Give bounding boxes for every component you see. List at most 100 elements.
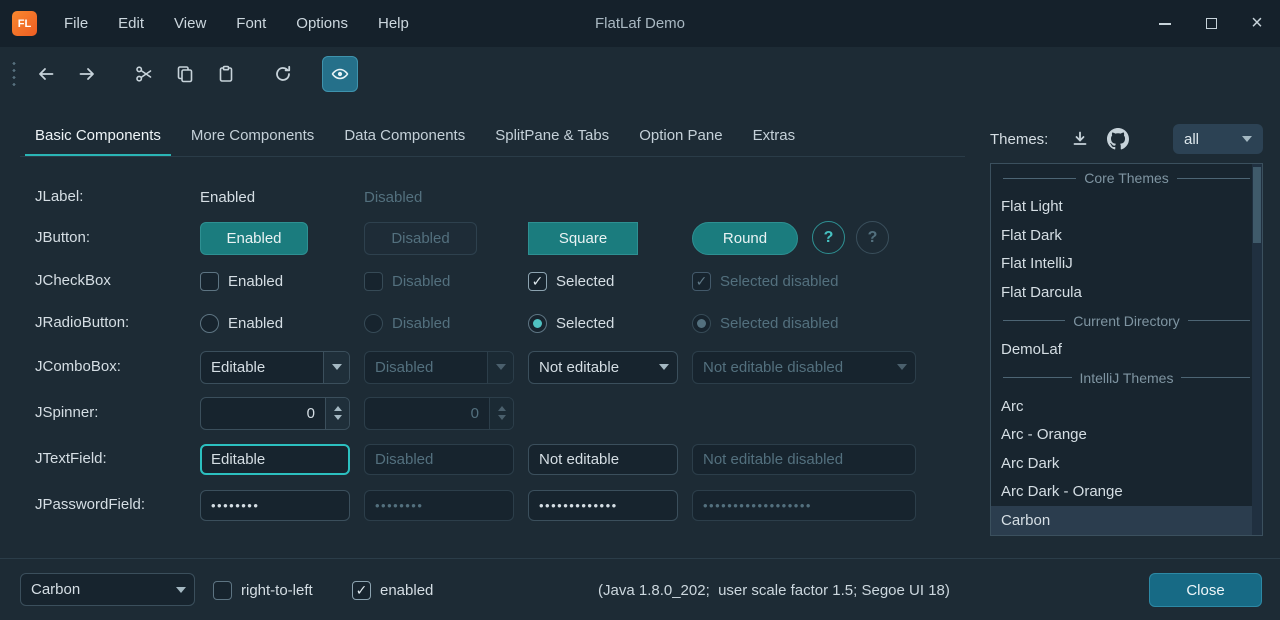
help-button-disabled: ? (856, 221, 889, 254)
enabled-button[interactable]: Enabled (200, 222, 308, 255)
help-button[interactable]: ? (812, 221, 845, 254)
tab-data-components[interactable]: Data Components (329, 114, 480, 157)
chevron-down-icon[interactable] (323, 352, 349, 383)
combobox-value: Disabled (365, 352, 487, 383)
textfield-editable[interactable]: Editable (200, 444, 350, 475)
jtextfield-row: JTextField: Editable Disabled Not editab… (0, 442, 965, 476)
radio-selected-disabled: Selected disabled (692, 314, 838, 333)
menu-item-file[interactable]: File (49, 0, 103, 47)
enabled-checkbox[interactable]: ✓ enabled (352, 559, 433, 620)
radio-enabled[interactable]: Enabled (200, 314, 283, 333)
passwordfield-enabled[interactable]: •••••••• (200, 490, 350, 521)
radio-selected-icon (528, 314, 547, 333)
checkbox-disabled: Disabled (364, 272, 450, 291)
theme-item-flat-dark[interactable]: Flat Dark (991, 221, 1262, 250)
checkbox-label: enabled (380, 582, 433, 599)
themes-scrollbar-track[interactable] (1252, 164, 1262, 535)
round-button[interactable]: Round (692, 222, 798, 255)
textfield-not-editable-disabled: Not editable disabled (692, 444, 916, 475)
spinner-up-down-buttons[interactable] (325, 398, 349, 429)
menu-item-font[interactable]: Font (221, 0, 281, 47)
checkbox-enabled[interactable]: Enabled (200, 272, 283, 291)
checkbox-icon (364, 272, 383, 291)
paste-button[interactable] (208, 56, 244, 92)
theme-item-flat-intellij[interactable]: Flat IntelliJ (991, 250, 1262, 279)
password-dots: •••••••• (211, 498, 259, 513)
themes-filter-combobox[interactable]: all (1173, 124, 1263, 154)
theme-item-carbon[interactable]: Carbon (991, 506, 1262, 535)
combobox-value: Not editable disabled (693, 352, 889, 383)
tab-option-pane[interactable]: Option Pane (624, 114, 737, 157)
textfield-value: Editable (211, 451, 265, 468)
themes-scrollbar-thumb[interactable] (1253, 167, 1261, 243)
radio-label: Enabled (228, 315, 283, 332)
spinner-value[interactable]: 0 (201, 398, 325, 429)
jlabel-row-label: JLabel: (35, 180, 83, 214)
forward-icon (77, 64, 97, 84)
tab-separator-line (20, 156, 965, 157)
toolbar-grip[interactable] (12, 60, 16, 87)
theme-group-separator: IntelliJ Themes (991, 364, 1262, 393)
menu-item-help[interactable]: Help (363, 0, 424, 47)
spinner[interactable]: 0 (200, 397, 350, 430)
combobox-not-editable[interactable]: Not editable (528, 351, 678, 384)
square-button[interactable]: Square (528, 222, 638, 255)
spinner-value: 0 (365, 398, 489, 429)
menu-item-edit[interactable]: Edit (103, 0, 159, 47)
copy-icon (175, 64, 195, 84)
tab-more-components[interactable]: More Components (176, 114, 329, 157)
lookandfeel-combobox[interactable]: Carbon (20, 573, 195, 606)
passwordfield-disabled: •••••••• (364, 490, 514, 521)
right-to-left-checkbox[interactable]: right-to-left (213, 559, 313, 620)
chevron-down-icon[interactable] (168, 574, 194, 605)
download-icon (1070, 129, 1090, 149)
cut-button[interactable] (126, 56, 162, 92)
github-button[interactable] (1102, 123, 1134, 155)
jpasswordfield-row-label: JPasswordField: (35, 488, 145, 522)
refresh-button[interactable] (265, 56, 301, 92)
tab-basic-components[interactable]: Basic Components (20, 114, 176, 157)
checkbox-checked-icon: ✓ (692, 272, 711, 291)
close-window-button[interactable]: × (1234, 0, 1280, 47)
radio-selected[interactable]: Selected (528, 314, 614, 333)
passwordfield-not-editable[interactable]: ••••••••••••• (528, 490, 678, 521)
combobox-value: Not editable (529, 352, 651, 383)
download-themes-button[interactable] (1064, 123, 1096, 155)
jspinner-row-label: JSpinner: (35, 396, 98, 430)
tab-splitpane-tabs[interactable]: SplitPane & Tabs (480, 114, 624, 157)
back-button[interactable] (28, 56, 64, 92)
copy-button[interactable] (167, 56, 203, 92)
theme-item-demolaf[interactable]: DemoLaf (991, 335, 1262, 364)
menu-item-options[interactable]: Options (281, 0, 363, 47)
theme-item-flat-light[interactable]: Flat Light (991, 193, 1262, 222)
chevron-down-icon[interactable] (651, 352, 677, 383)
theme-item-arc-dark[interactable]: Arc Dark (991, 449, 1262, 478)
radio-label: Disabled (392, 315, 450, 332)
theme-item-arc[interactable]: Arc (991, 392, 1262, 421)
theme-item-arc-orange[interactable]: Arc - Orange (991, 421, 1262, 450)
jlabel-row: JLabel: Enabled Disabled (0, 180, 965, 214)
combobox-editable[interactable]: Editable (200, 351, 350, 384)
textfield-not-editable[interactable]: Not editable (528, 444, 678, 475)
theme-item-arc-dark-orange[interactable]: Arc Dark - Orange (991, 478, 1262, 507)
minimize-button[interactable] (1142, 0, 1188, 47)
eye-icon (330, 64, 350, 84)
refresh-icon (273, 64, 293, 84)
show-hidden-toggle-button[interactable] (322, 56, 358, 92)
checkbox-label: Selected disabled (720, 273, 838, 290)
tab-extras[interactable]: Extras (738, 114, 811, 157)
jbutton-row: JButton: Enabled Disabled Square Round ?… (0, 221, 965, 255)
jcheckbox-row-label: JCheckBox (35, 264, 111, 298)
theme-group-separator: Core Themes (991, 164, 1262, 193)
jcombobox-row-label: JComboBox: (35, 350, 121, 384)
checkbox-selected[interactable]: ✓Selected (528, 272, 614, 291)
close-icon: × (1251, 12, 1263, 35)
password-dots: ••••••••••••• (539, 498, 618, 513)
theme-item-flat-darcula[interactable]: Flat Darcula (991, 278, 1262, 307)
radio-label: Selected disabled (720, 315, 838, 332)
forward-button[interactable] (69, 56, 105, 92)
close-button[interactable]: Close (1149, 573, 1262, 607)
maximize-button[interactable] (1188, 0, 1234, 47)
checkbox-icon (213, 581, 232, 600)
menu-item-view[interactable]: View (159, 0, 221, 47)
